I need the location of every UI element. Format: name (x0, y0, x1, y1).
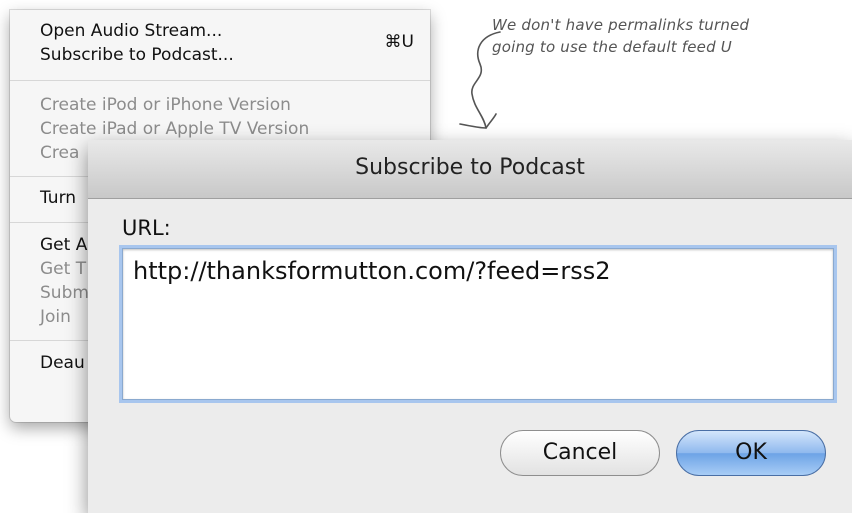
menu-item-turn[interactable]: Turn (40, 188, 76, 209)
url-input-value: http://thanksformutton.com/?feed=rss2 (133, 257, 611, 285)
menu-item-submit: Subm (40, 283, 89, 303)
menu-item-create-ipad-version: Create iPad or Apple TV Version (40, 119, 310, 139)
subscribe-podcast-dialog: Subscribe to Podcast URL: http://thanksf… (88, 140, 852, 513)
menu-item-open-audio-stream[interactable]: Open Audio Stream... (40, 21, 222, 42)
menu-item-deauthorize[interactable]: Deau (40, 353, 85, 374)
handwritten-annotation: We don't have permalinks turned going to… (492, 14, 749, 58)
menu-item-create-other-version: Crea (40, 143, 80, 163)
cancel-button[interactable]: Cancel (500, 430, 660, 476)
menu-item-get-album[interactable]: Get A (40, 235, 87, 256)
menu-shortcut-open-audio-stream: ⌘U (384, 32, 414, 52)
url-label: URL: (122, 216, 171, 240)
url-input[interactable]: http://thanksformutton.com/?feed=rss2 (122, 248, 834, 400)
annotation-line-1: We don't have permalinks turned (492, 16, 750, 34)
menu-item-join: Join (40, 307, 71, 327)
menu-separator (10, 80, 430, 81)
dialog-titlebar[interactable]: Subscribe to Podcast (88, 140, 852, 199)
annotation-arrow-icon (459, 31, 501, 129)
menu-item-subscribe-to-podcast[interactable]: Subscribe to Podcast... (40, 45, 234, 66)
menu-item-create-ipod-version: Create iPod or iPhone Version (40, 95, 291, 115)
annotation-line-2: going to use the default feed U (492, 38, 732, 56)
menu-item-get-track: Get T (40, 259, 87, 279)
dialog-title: Subscribe to Podcast (355, 155, 585, 180)
ok-button[interactable]: OK (676, 430, 826, 476)
